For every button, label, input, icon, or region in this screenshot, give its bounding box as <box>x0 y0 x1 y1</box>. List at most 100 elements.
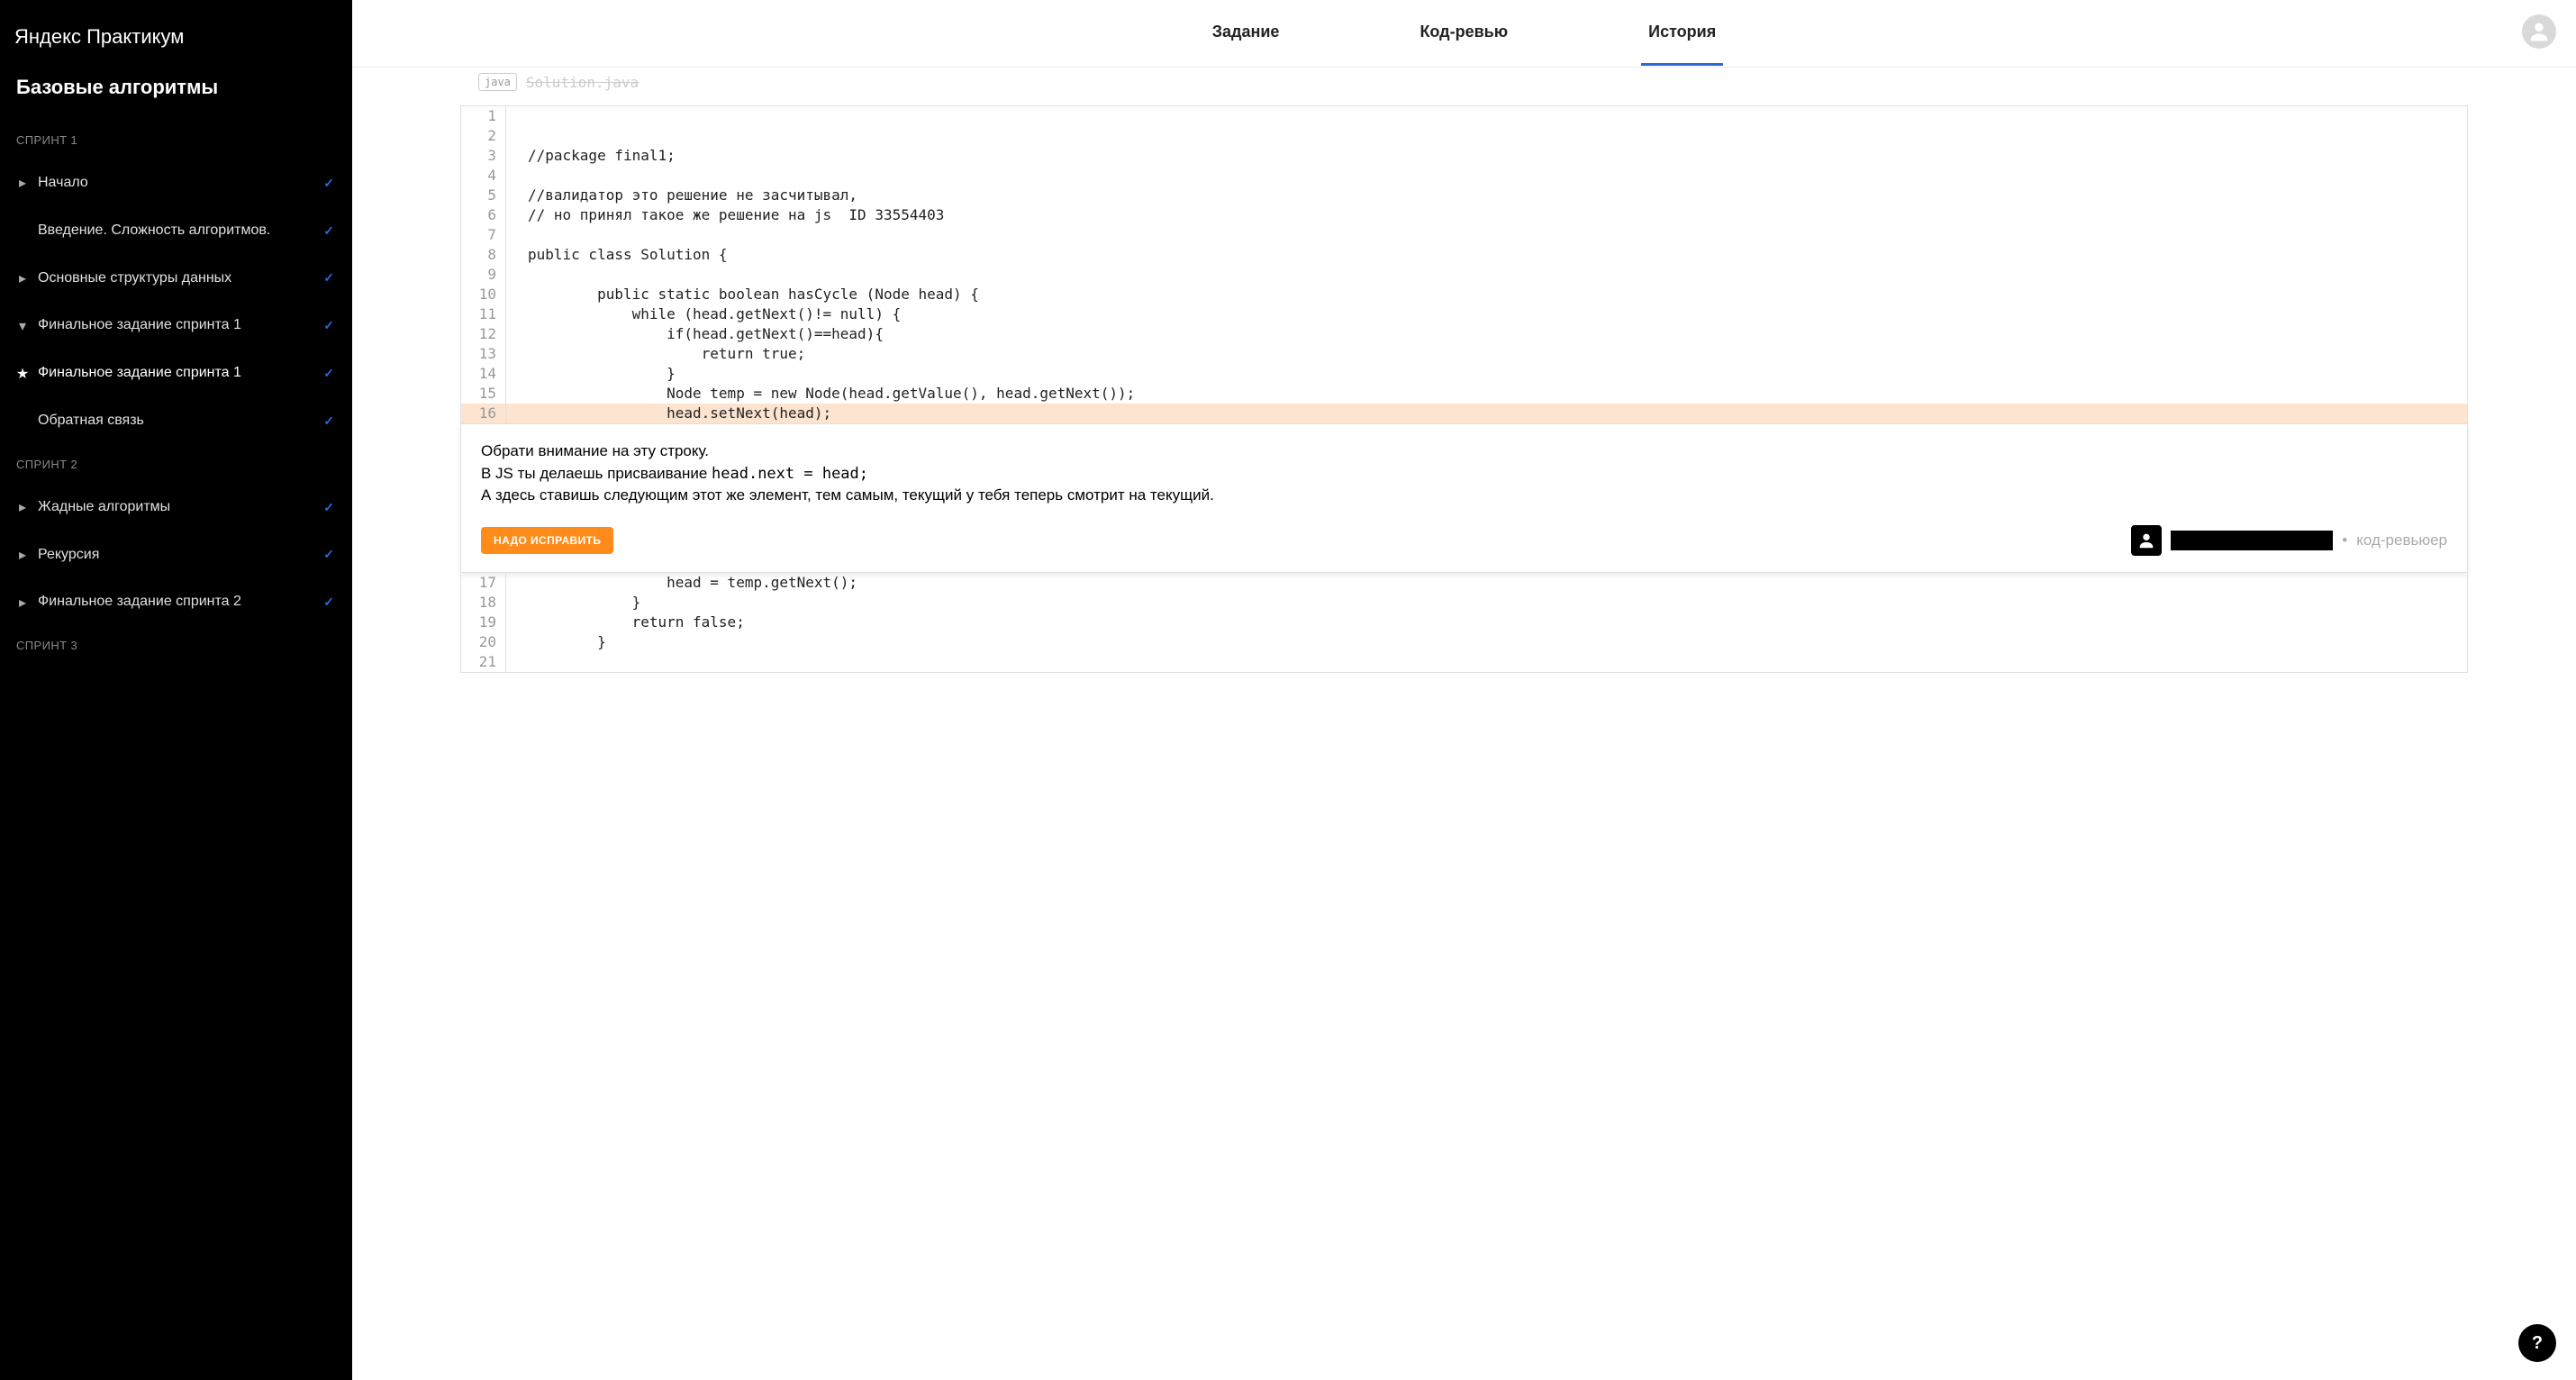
reviewer-name-redacted <box>2171 531 2333 550</box>
lang-badge: java <box>478 73 517 91</box>
comment-line-1: Обрати внимание на эту строку. <box>481 440 2447 463</box>
line-number: 4 <box>461 166 506 186</box>
user-icon <box>2526 19 2552 44</box>
code-line: 21 <box>461 652 2467 672</box>
check-icon: ✓ <box>323 270 334 286</box>
line-number: 1 <box>461 106 506 126</box>
line-number: 12 <box>461 324 506 344</box>
code-text: //валидатор это решение не засчитывал, <box>506 186 857 205</box>
code-line: 10 public static boolean hasCycle (Node … <box>461 285 2467 304</box>
code-text: head = temp.getNext(); <box>506 573 857 593</box>
line-number: 8 <box>461 245 506 265</box>
caret-icon: ▸ <box>16 269 29 287</box>
caret-icon: ▸ <box>16 594 29 612</box>
tab[interactable]: Задание <box>1205 1 1287 66</box>
sidebar-item[interactable]: ▸ Финальное задание спринта 2✓ <box>0 578 352 626</box>
help-button[interactable]: ? <box>2518 1324 2556 1362</box>
line-number: 7 <box>461 225 506 245</box>
line-number: 18 <box>461 593 506 613</box>
sidebar-item-label: Обратная связь <box>38 412 323 431</box>
reviewer-role: код-ревьюер <box>2356 530 2447 552</box>
sidebar: Яндекс Практикум Базовые алгоритмы СПРИН… <box>0 0 352 1380</box>
file-tab[interactable]: java Solution.java <box>469 68 2468 96</box>
sidebar-item-label: Финальное задание спринта 1 <box>38 316 323 335</box>
reviewer: • код-ревьюер <box>2131 525 2447 556</box>
reviewer-avatar <box>2131 525 2162 556</box>
code-line: 13 return true; <box>461 344 2467 364</box>
code-block-top: 123//package final1;45//валидатор это ре… <box>460 105 2468 424</box>
sprint-label: СПРИНТ 3 <box>0 626 352 665</box>
code-text: return true; <box>506 344 805 364</box>
comment-line-3: А здесь ставишь следующим этот же элемен… <box>481 485 2447 507</box>
line-number: 2 <box>461 126 506 146</box>
code-text: public static boolean hasCycle (Node hea… <box>506 285 979 304</box>
check-icon: ✓ <box>323 595 334 610</box>
sidebar-item[interactable]: ▸ Основные структуры данных✓ <box>0 255 352 303</box>
caret-icon: ▸ <box>16 174 29 192</box>
review-comment: Обрати внимание на эту строку. В JS ты д… <box>460 424 2468 573</box>
code-text <box>506 126 528 146</box>
code-line: 9 <box>461 265 2467 285</box>
sidebar-item-label: Финальное задание спринта 1 <box>38 364 323 383</box>
code-text <box>506 106 528 126</box>
code-text: head.setNext(head); <box>506 404 831 423</box>
sprint-label: СПРИНТ 2 <box>0 445 352 484</box>
code-line: 5//валидатор это решение не засчитывал, <box>461 186 2467 205</box>
code-text: return false; <box>506 613 745 632</box>
code-text: public class Solution { <box>506 245 728 265</box>
line-number: 19 <box>461 613 506 632</box>
logo[interactable]: Яндекс Практикум <box>0 18 352 67</box>
code-line: 16 head.setNext(head); <box>461 404 2467 423</box>
content[interactable]: java Solution.java 123//package final1;4… <box>352 68 2576 1380</box>
course-title: Базовые алгоритмы <box>0 67 352 121</box>
sidebar-item[interactable]: ★Финальное задание спринта 1✓ <box>0 350 352 397</box>
code-line: 18 } <box>461 593 2467 613</box>
sidebar-item[interactable]: ▸ Начало✓ <box>0 159 352 207</box>
fix-button[interactable]: НАДО ИСПРАВИТЬ <box>481 527 613 554</box>
line-number: 21 <box>461 652 506 672</box>
code-text <box>506 652 528 672</box>
line-number: 17 <box>461 573 506 593</box>
tab[interactable]: История <box>1641 1 1723 66</box>
line-number: 16 <box>461 404 506 423</box>
sidebar-item-label: Основные структуры данных <box>38 269 323 288</box>
caret-icon: ▸ <box>16 498 29 516</box>
sidebar-item-label: Жадные алгоритмы <box>38 498 323 517</box>
code-line: 1 <box>461 106 2467 126</box>
star-icon: ★ <box>16 365 29 383</box>
code-text: } <box>506 632 606 652</box>
code-text: } <box>506 593 640 613</box>
reviewer-bullet: • <box>2342 530 2347 552</box>
check-icon: ✓ <box>323 547 334 562</box>
line-number: 20 <box>461 632 506 652</box>
code-line: 11 while (head.getNext()!= null) { <box>461 304 2467 324</box>
line-number: 9 <box>461 265 506 285</box>
code-text: Node temp = new Node(head.getValue(), he… <box>506 384 1135 404</box>
avatar[interactable] <box>2522 14 2556 49</box>
tab[interactable]: Код-ревью <box>1412 1 1515 66</box>
sidebar-item[interactable]: ▾ Финальное задание спринта 1✓ <box>0 302 352 350</box>
line-number: 14 <box>461 364 506 384</box>
logo-bold: Яндекс <box>14 25 81 48</box>
code-line: 2 <box>461 126 2467 146</box>
check-icon: ✓ <box>323 318 334 333</box>
code-text: while (head.getNext()!= null) { <box>506 304 901 324</box>
code-block-bottom: 17 head = temp.getNext();18 }19 return f… <box>460 573 2468 673</box>
sidebar-item-label: Начало <box>38 174 323 193</box>
sidebar-item[interactable]: ▸Рекурсия✓ <box>0 531 352 579</box>
user-icon <box>2136 531 2156 550</box>
check-icon: ✓ <box>323 500 334 515</box>
sidebar-item-label: Финальное задание спринта 2 <box>38 593 323 612</box>
line-number: 10 <box>461 285 506 304</box>
code-line: 14 } <box>461 364 2467 384</box>
sidebar-item[interactable]: Обратная связь✓ <box>0 397 352 445</box>
check-icon: ✓ <box>323 413 334 429</box>
check-icon: ✓ <box>323 176 334 191</box>
caret-icon: ▾ <box>16 317 29 335</box>
sidebar-item[interactable]: Введение. Сложность алгоритмов.✓ <box>0 207 352 255</box>
line-number: 11 <box>461 304 506 324</box>
sidebar-item-label: Введение. Сложность алгоритмов. <box>38 222 323 241</box>
sidebar-item[interactable]: ▸ Жадные алгоритмы✓ <box>0 484 352 531</box>
logo-light: Практикум <box>86 25 184 48</box>
comment-line-2: В JS ты делаешь присваивание head.next =… <box>481 463 2447 486</box>
